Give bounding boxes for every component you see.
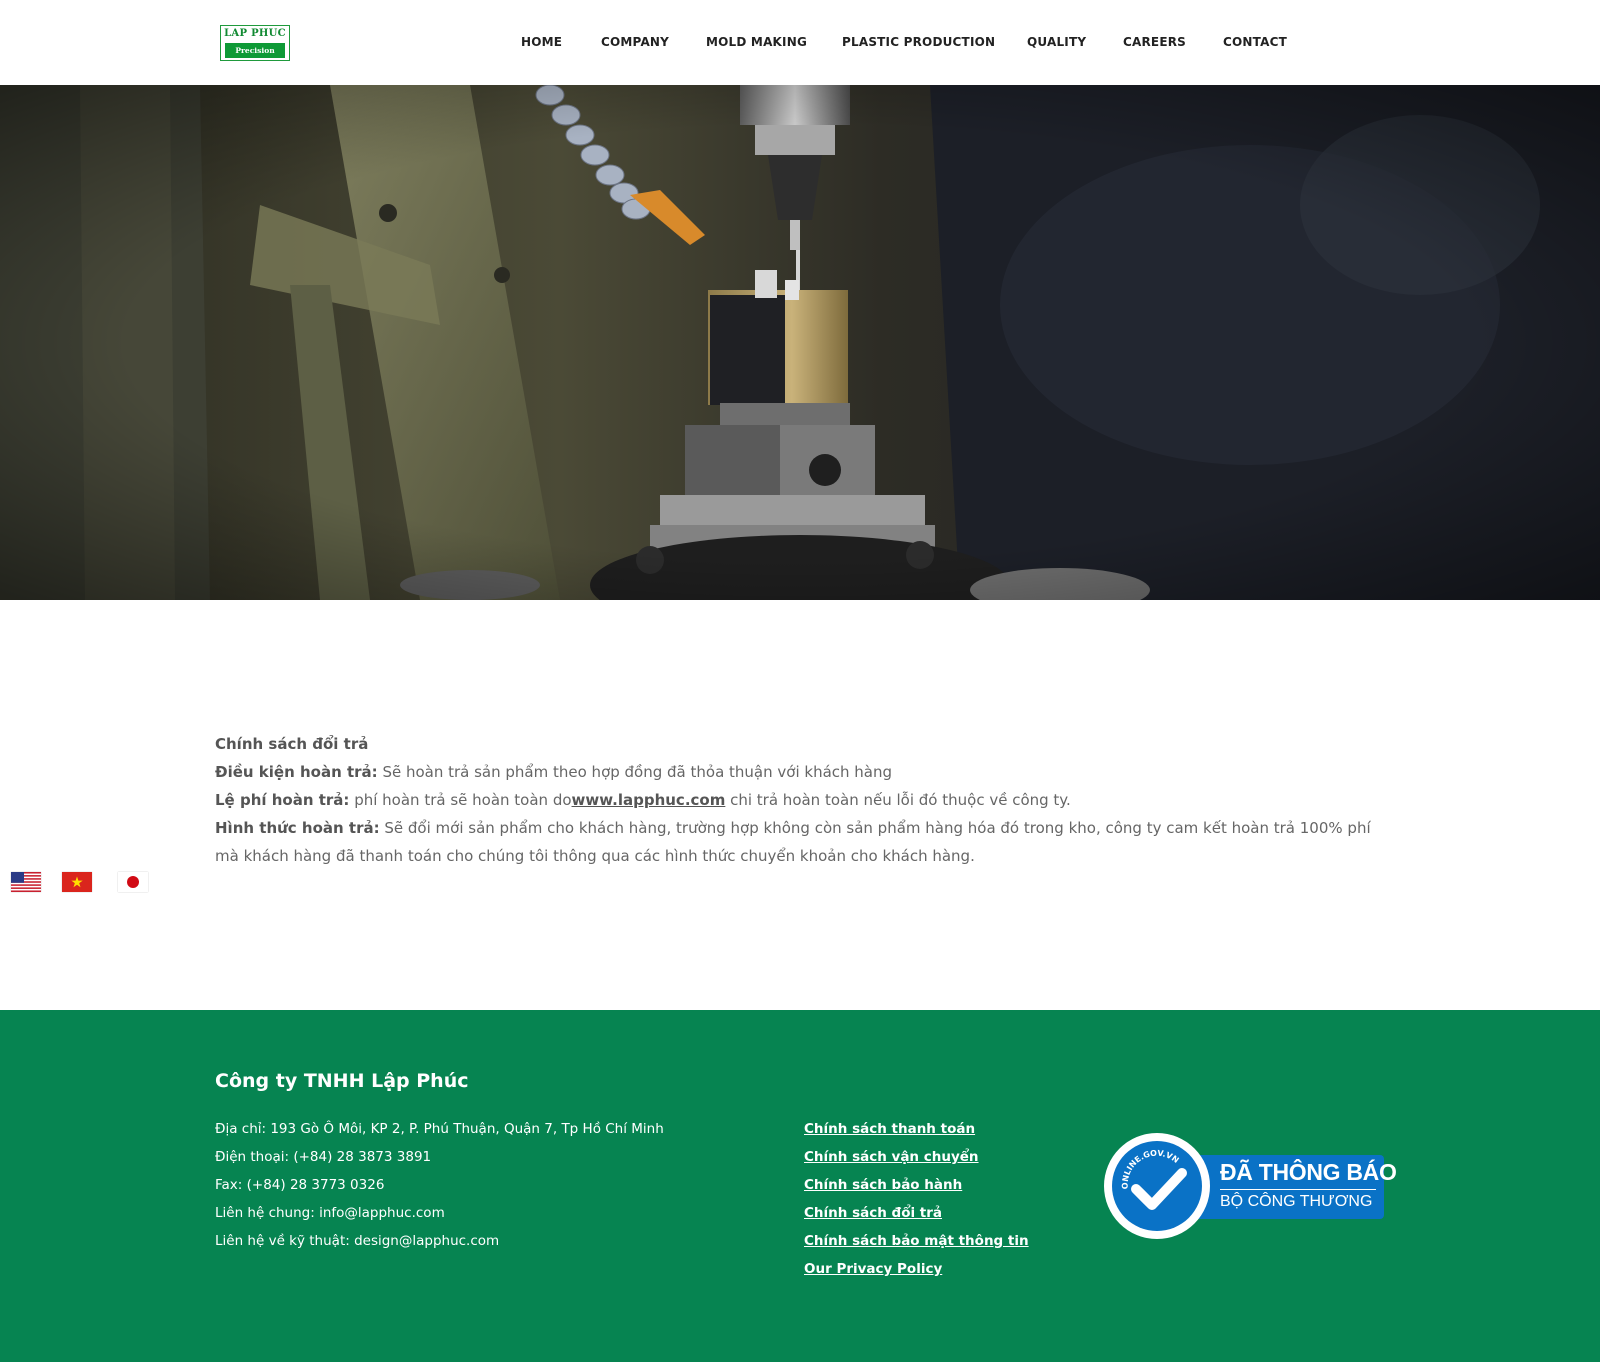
badge-line1: ĐÃ THÔNG BÁO	[1220, 1159, 1397, 1185]
policy-row-label: Lệ phí hoàn trả:	[215, 791, 350, 809]
check-icon: ONLINE.GOV.VN	[1121, 1149, 1187, 1210]
return-policy-link[interactable]: Chính sách đổi trả	[804, 1199, 1029, 1227]
policy-content: Chính sách đổi trả Điều kiện hoàn trả: S…	[215, 730, 1385, 870]
japan-flag-icon[interactable]	[118, 872, 148, 892]
nav-contact[interactable]: CONTACT	[1223, 35, 1287, 49]
hero-image	[0, 85, 1600, 600]
badge-line2: BỘ CÔNG THƯƠNG	[1220, 1193, 1373, 1210]
policy-row-text: phí hoàn trả sẽ hoàn toàn do	[349, 791, 572, 809]
shipping-policy-link[interactable]: Chính sách vận chuyển	[804, 1143, 1029, 1171]
policy-row-text: chi trả hoàn toàn nếu lỗi đó thuộc về cô…	[725, 791, 1071, 809]
address-text: Địa chỉ: 193 Gò Ô Môi, KP 2, P. Phú Thuậ…	[215, 1121, 664, 1137]
nav-home[interactable]: HOME	[521, 35, 562, 49]
badge-circle: ONLINE.GOV.VN	[1104, 1133, 1210, 1239]
cnc-machine-photo	[0, 85, 1600, 600]
general-email-text: Liên hệ chung: info@lapphuc.com	[215, 1205, 445, 1221]
phone-text: Điện thoại: (+84) 28 3873 3891	[215, 1149, 432, 1165]
badge-divider	[1220, 1189, 1376, 1190]
policy-row-method: Hình thức hoàn trả: Sẽ đổi mới sản phẩm …	[215, 814, 1385, 870]
contact-info: Địa chỉ: 193 Gò Ô Môi, KP 2, P. Phú Thuậ…	[215, 1115, 664, 1255]
privacy-policy-vi-link[interactable]: Chính sách bảo mật thông tin	[804, 1227, 1029, 1255]
site-footer: Công ty TNHH Lập Phúc Địa chỉ: 193 Gò Ô …	[0, 1010, 1600, 1362]
privacy-policy-link[interactable]: Our Privacy Policy	[804, 1255, 1029, 1283]
policy-row-text: Sẽ hoàn trả sản phẩm theo hợp đồng đã th…	[377, 763, 893, 781]
nav-plastic-production[interactable]: PLASTIC PRODUCTION	[842, 35, 995, 49]
nav-mold-making[interactable]: MOLD MAKING	[706, 35, 807, 49]
us-flag-icon[interactable]	[11, 872, 41, 892]
policy-row-fee: Lệ phí hoàn trả: phí hoàn trả sẽ hoàn to…	[215, 786, 1385, 814]
policy-title: Chính sách đổi trả	[215, 735, 369, 753]
nav-company[interactable]: COMPANY	[601, 35, 669, 49]
nav-careers[interactable]: CAREERS	[1123, 35, 1186, 49]
logo-subtext: Precision Mold	[225, 43, 285, 70]
payment-policy-link[interactable]: Chính sách thanh toán	[804, 1115, 1029, 1143]
logo-text: LAP PHUC	[224, 28, 286, 39]
site-header: LAP PHUC Precision Mold HOME COMPANY MOL…	[0, 0, 1600, 85]
policy-row-label: Điều kiện hoàn trả:	[215, 763, 378, 781]
company-name: Công ty TNHH Lập Phúc	[215, 1070, 469, 1092]
policy-row-label: Hình thức hoàn trả:	[215, 819, 380, 837]
warranty-policy-link[interactable]: Chính sách bảo hành	[804, 1171, 1029, 1199]
technical-email-text: Liên hệ về kỹ thuật: design@lapphuc.com	[215, 1233, 500, 1249]
website-link[interactable]: www.lapphuc.com	[572, 791, 726, 809]
policy-row-condition: Điều kiện hoàn trả: Sẽ hoàn trả sản phẩm…	[215, 758, 1385, 786]
nav-quality[interactable]: QUALITY	[1027, 35, 1086, 49]
fax-text: Fax: (+84) 28 3773 0326	[215, 1177, 385, 1193]
policy-row-text: Sẽ đổi mới sản phẩm cho khách hàng, trườ…	[215, 819, 1371, 865]
policy-links: Chính sách thanh toán Chính sách vận chu…	[804, 1115, 1029, 1283]
vietnam-flag-icon[interactable]	[62, 872, 92, 892]
bo-cong-thuong-badge[interactable]: ONLINE.GOV.VN ĐÃ THÔNG BÁO BỘ CÔNG THƯƠN…	[1104, 1133, 1397, 1241]
lap-phuc-logo[interactable]: LAP PHUC Precision Mold	[220, 25, 290, 70]
